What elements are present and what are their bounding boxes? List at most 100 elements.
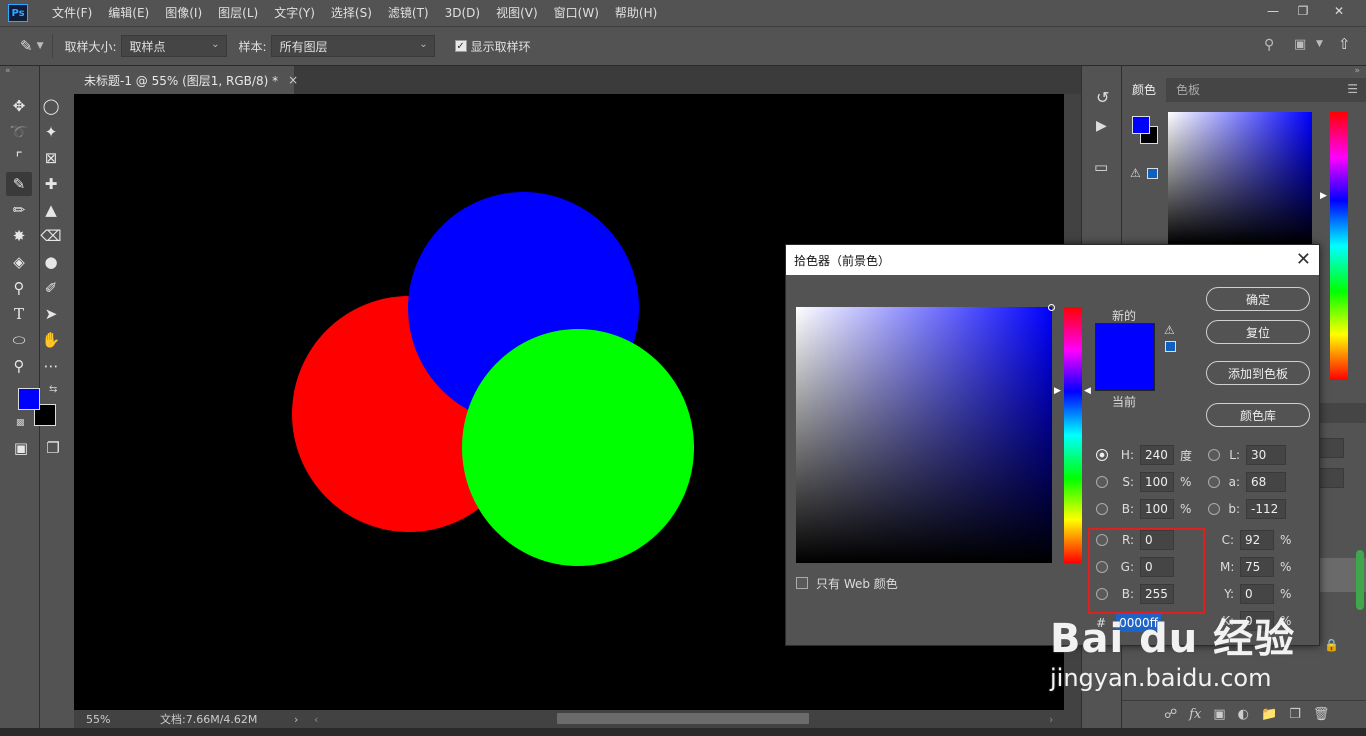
brightness-input[interactable]: 100 <box>1140 499 1174 519</box>
menu-edit[interactable]: 编辑(E) <box>100 0 157 26</box>
lab-l-input[interactable]: 30 <box>1246 445 1286 465</box>
move-tool-icon[interactable]: ✥ <box>6 94 32 118</box>
lock-icon[interactable]: 🔒 <box>1324 638 1339 652</box>
current-color-preview[interactable] <box>1095 357 1155 391</box>
panel-menu-icon[interactable]: ☰ <box>1347 82 1358 96</box>
minimize-icon[interactable]: — <box>1258 0 1288 22</box>
crop-tool-icon[interactable]: ⌜ <box>6 146 32 170</box>
eyedropper-icon[interactable]: ✎ <box>20 37 33 55</box>
close-tab-icon[interactable]: × <box>288 73 298 87</box>
blur-tool-icon[interactable]: ● <box>38 250 64 274</box>
type-tool-icon[interactable]: T <box>6 302 32 326</box>
color-field-marker[interactable] <box>1048 304 1055 311</box>
chevron-down-icon[interactable]: ▼ <box>1316 39 1323 49</box>
layer-style-icon[interactable]: fx <box>1189 707 1201 722</box>
color-libraries-button[interactable]: 颜色库 <box>1206 403 1310 427</box>
more-tools-icon[interactable]: ⋯ <box>38 354 64 378</box>
frame-tool-icon[interactable]: ⊠ <box>38 146 64 170</box>
lasso-tool-icon[interactable]: ➰ <box>6 120 32 144</box>
ellipse-tool-icon[interactable]: ⬭ <box>6 328 32 352</box>
zoom-level[interactable]: 55% <box>86 713 146 726</box>
3d-icon[interactable]: ▭ <box>1094 158 1108 176</box>
show-ring-checkbox[interactable]: ✓ <box>454 40 467 52</box>
reset-button[interactable]: 复位 <box>1206 320 1310 344</box>
foreground-color-swatch[interactable] <box>18 388 40 410</box>
lab-b-radio[interactable] <box>1208 503 1220 515</box>
saturation-input[interactable]: 100 <box>1140 472 1174 492</box>
quick-mask-icon[interactable]: ▣ <box>8 436 34 460</box>
healing-brush-tool-icon[interactable]: ✚ <box>38 172 64 196</box>
chevron-right-icon[interactable]: › <box>294 713 298 726</box>
sample-select[interactable]: 所有图层 ⌄ <box>270 35 435 57</box>
new-layer-icon[interactable]: ❐ <box>1289 707 1301 722</box>
layer-mask-icon[interactable]: ▣ <box>1213 707 1225 722</box>
close-icon[interactable]: ✕ <box>1324 0 1354 22</box>
panel-hue-slider[interactable] <box>1330 112 1348 380</box>
lab-l-radio[interactable] <box>1208 449 1220 461</box>
paint-bucket-tool-icon[interactable]: ◈ <box>6 250 32 274</box>
history-brush-tool-icon[interactable]: ✸ <box>6 224 32 248</box>
path-selection-tool-icon[interactable]: ➤ <box>38 302 64 326</box>
workspace-icon[interactable]: ▣ <box>1294 37 1306 52</box>
menu-view[interactable]: 视图(V) <box>488 0 546 26</box>
magic-wand-tool-icon[interactable]: ✦ <box>38 120 64 144</box>
tab-color[interactable]: 颜色 <box>1122 78 1167 102</box>
delete-layer-icon[interactable]: 🗑 <box>1313 707 1330 722</box>
hue-input[interactable]: 240 <box>1140 445 1174 465</box>
sample-size-select[interactable]: 取样点 ⌄ <box>120 35 227 57</box>
brush-tool-icon[interactable]: ✏ <box>6 198 32 222</box>
menu-layer[interactable]: 图层(L) <box>210 0 266 26</box>
new-group-icon[interactable]: 📁 <box>1261 707 1277 722</box>
menu-select[interactable]: 选择(S) <box>323 0 380 26</box>
dodge-tool-icon[interactable]: ⚲ <box>6 276 32 300</box>
web-safe-swatch[interactable] <box>1147 168 1158 179</box>
pen-tool-icon[interactable]: ✐ <box>38 276 64 300</box>
marquee-tool-icon[interactable]: ◯ <box>38 94 64 118</box>
hue-radio[interactable] <box>1096 449 1108 461</box>
saturation-radio[interactable] <box>1096 476 1108 488</box>
panel-collapse-icon[interactable]: « <box>0 66 39 78</box>
scroll-left-icon[interactable]: ‹ <box>314 713 318 726</box>
cyan-input[interactable]: 92 <box>1240 530 1274 550</box>
menu-type[interactable]: 文字(Y) <box>266 0 323 26</box>
menu-image[interactable]: 图像(I) <box>157 0 210 26</box>
saturation-brightness-field[interactable] <box>796 304 1055 563</box>
hand-tool-icon[interactable]: ✋ <box>38 328 64 352</box>
play-actions-icon[interactable]: ▶ <box>1096 118 1107 134</box>
web-only-checkbox[interactable] <box>796 577 808 589</box>
horizontal-scrollbar-thumb[interactable] <box>557 713 809 724</box>
menu-filter[interactable]: 滤镜(T) <box>380 0 437 26</box>
gamut-warning-icon[interactable]: ⚠ <box>1164 323 1175 337</box>
menu-help[interactable]: 帮助(H) <box>607 0 665 26</box>
yellow-input[interactable]: 0 <box>1240 584 1274 604</box>
swap-colors-icon[interactable]: ⇆ <box>49 384 57 395</box>
restore-icon[interactable]: ❐ <box>1288 0 1318 22</box>
default-colors-icon[interactable]: ▩ <box>16 418 25 428</box>
brightness-radio[interactable] <box>1096 503 1108 515</box>
ok-button[interactable]: 确定 <box>1206 287 1310 311</box>
menu-3d[interactable]: 3D(D) <box>437 0 488 26</box>
adjustment-layer-icon[interactable]: ◐ <box>1238 707 1249 722</box>
lab-a-input[interactable]: 68 <box>1246 472 1286 492</box>
hue-slider[interactable] <box>1064 307 1082 563</box>
fill-field[interactable] <box>1318 468 1344 488</box>
search-icon[interactable]: ⚲ <box>1264 37 1274 53</box>
close-icon[interactable]: ✕ <box>1296 249 1311 270</box>
tab-swatches[interactable]: 色板 <box>1166 78 1210 102</box>
stamp-tool-icon[interactable]: ▲ <box>38 198 64 222</box>
chevron-down-icon[interactable]: ▼ <box>37 41 44 51</box>
eyedropper-tool-icon[interactable]: ✎ <box>6 172 32 196</box>
link-layers-icon[interactable]: ☍ <box>1164 707 1177 722</box>
layers-scrollbar[interactable] <box>1356 550 1364 610</box>
panel-color-field[interactable] <box>1168 112 1312 245</box>
add-to-swatches-button[interactable]: 添加到色板 <box>1206 361 1310 385</box>
document-tab[interactable]: 未标题-1 @ 55% (图层1, RGB/8) * × <box>74 66 298 94</box>
history-icon[interactable]: ↺ <box>1096 88 1109 107</box>
panel-collapse-icon[interactable]: » <box>1354 66 1360 76</box>
hue-slider-left-arrow-icon[interactable]: ▶ <box>1054 386 1061 396</box>
zoom-tool-icon[interactable]: ⚲ <box>6 354 32 378</box>
scroll-right-icon[interactable]: › <box>1049 713 1053 726</box>
lab-a-radio[interactable] <box>1208 476 1220 488</box>
share-icon[interactable]: ⇧ <box>1338 35 1351 53</box>
panel-foreground-swatch[interactable] <box>1132 116 1150 134</box>
